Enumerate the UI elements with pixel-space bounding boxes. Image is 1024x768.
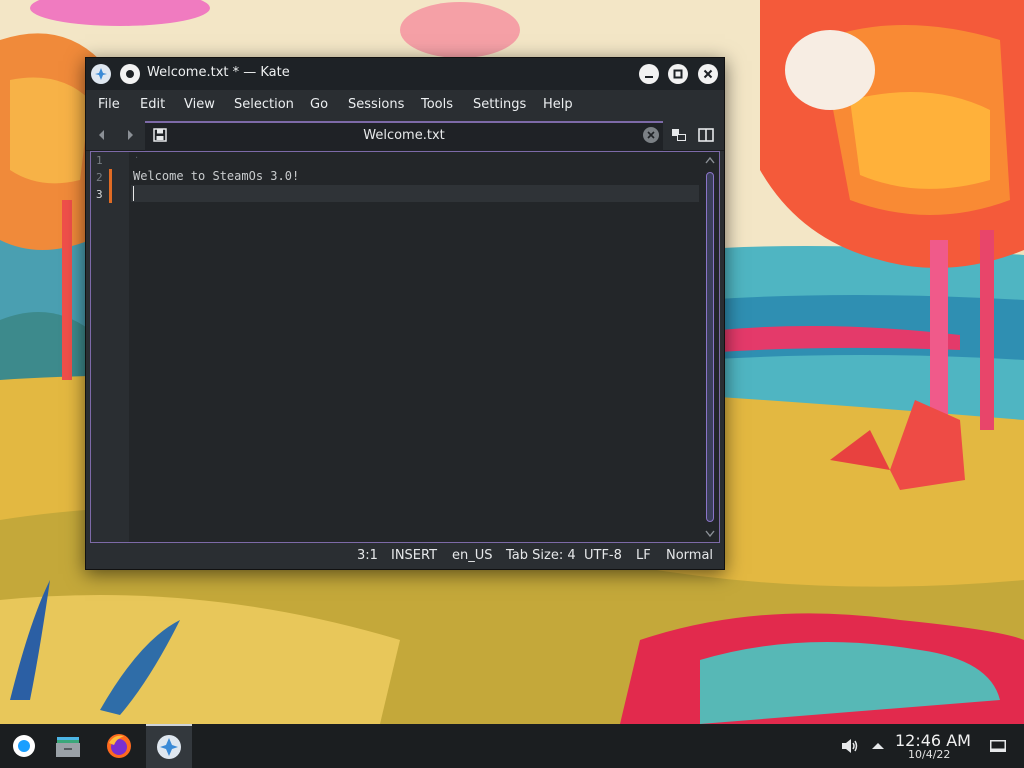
kate-icon — [157, 735, 181, 759]
window-title: Welcome.txt * — Kate — [147, 65, 290, 80]
line-number: 3 — [96, 188, 103, 201]
split-view-icon[interactable] — [698, 127, 714, 143]
eol-selector[interactable]: LF — [636, 548, 651, 563]
kate-app-button[interactable] — [146, 724, 192, 768]
text-area[interactable]: · Welcome to SteamOs 3.0! — [131, 152, 699, 542]
application-launcher[interactable] — [0, 724, 44, 768]
minimize-button[interactable] — [639, 64, 659, 84]
close-icon — [703, 69, 713, 79]
menu-view[interactable]: View — [184, 97, 215, 112]
kate-bird-glyph — [95, 68, 107, 80]
steam-deck-icon — [13, 735, 35, 757]
quick-open-icon[interactable] — [671, 127, 687, 143]
files-icon — [56, 737, 80, 757]
tab-size-selector[interactable]: Tab Size: 4 — [506, 548, 576, 563]
tab-close-button[interactable] — [643, 127, 659, 143]
kate-window: Welcome.txt * — Kate File Edit View Sele… — [85, 57, 725, 570]
menu-edit[interactable]: Edit — [140, 97, 165, 112]
tab-bar: Welcome.txt — [86, 120, 724, 151]
modified-line-marker — [109, 169, 112, 186]
current-line-highlight — [131, 185, 699, 202]
close-circle-icon — [647, 131, 655, 139]
maximize-icon — [673, 69, 683, 79]
menu-sessions[interactable]: Sessions — [348, 97, 404, 112]
menu-help[interactable]: Help — [543, 97, 573, 112]
chevron-right-icon[interactable] — [125, 129, 135, 141]
whitespace-marker: · — [135, 153, 139, 164]
volume-icon[interactable] — [841, 738, 859, 754]
text-cursor — [133, 186, 134, 201]
menu-file[interactable]: File — [98, 97, 120, 112]
kate-bird-icon[interactable] — [91, 64, 111, 84]
highlighting-selector[interactable]: Normal — [666, 548, 713, 563]
scrollbar-thumb[interactable] — [706, 172, 714, 522]
line-number: 1 — [96, 154, 103, 167]
scroll-down-icon[interactable] — [705, 530, 715, 538]
show-desktop-icon[interactable] — [989, 739, 1007, 753]
menu-tools[interactable]: Tools — [421, 97, 453, 112]
close-button[interactable] — [698, 64, 718, 84]
vertical-scrollbar[interactable] — [701, 152, 719, 542]
keep-above-icon[interactable] — [120, 64, 140, 84]
minimize-icon — [645, 76, 653, 78]
menu-selection[interactable]: Selection — [234, 97, 294, 112]
chevron-left-icon[interactable] — [97, 129, 107, 141]
clock-date[interactable]: 10/4/22 — [908, 748, 950, 761]
text-editor[interactable]: 1 2 3 · Welcome to SteamOs 3.0! — [90, 151, 720, 543]
window-titlebar[interactable]: Welcome.txt * — Kate — [86, 58, 724, 90]
menu-settings[interactable]: Settings — [473, 97, 526, 112]
line-number-gutter: 1 2 3 — [91, 152, 129, 542]
taskbar: 12:46 AM 10/4/22 — [0, 724, 1024, 768]
files-app-button[interactable] — [46, 724, 90, 768]
code-line: Welcome to SteamOs 3.0! — [133, 169, 300, 183]
firefox-icon — [107, 734, 131, 758]
cursor-position[interactable]: 3:1 — [357, 548, 378, 563]
maximize-button[interactable] — [668, 64, 688, 84]
line-number: 2 — [96, 171, 103, 184]
menu-go[interactable]: Go — [310, 97, 328, 112]
tab-welcome[interactable]: Welcome.txt — [145, 121, 663, 151]
status-bar: 3:1 INSERT en_US Tab Size: 4 UTF-8 LF No… — [86, 544, 724, 568]
menu-bar: File Edit View Selection Go Sessions Too… — [86, 90, 724, 120]
input-mode[interactable]: INSERT — [391, 548, 437, 563]
tab-label: Welcome.txt — [363, 128, 445, 143]
tray-expand-icon[interactable] — [871, 741, 885, 751]
encoding-selector[interactable]: UTF-8 — [584, 548, 622, 563]
scroll-up-icon[interactable] — [705, 156, 715, 164]
dictionary-selector[interactable]: en_US — [452, 548, 493, 563]
firefox-app-button[interactable] — [97, 724, 141, 768]
modified-line-marker — [109, 186, 112, 203]
